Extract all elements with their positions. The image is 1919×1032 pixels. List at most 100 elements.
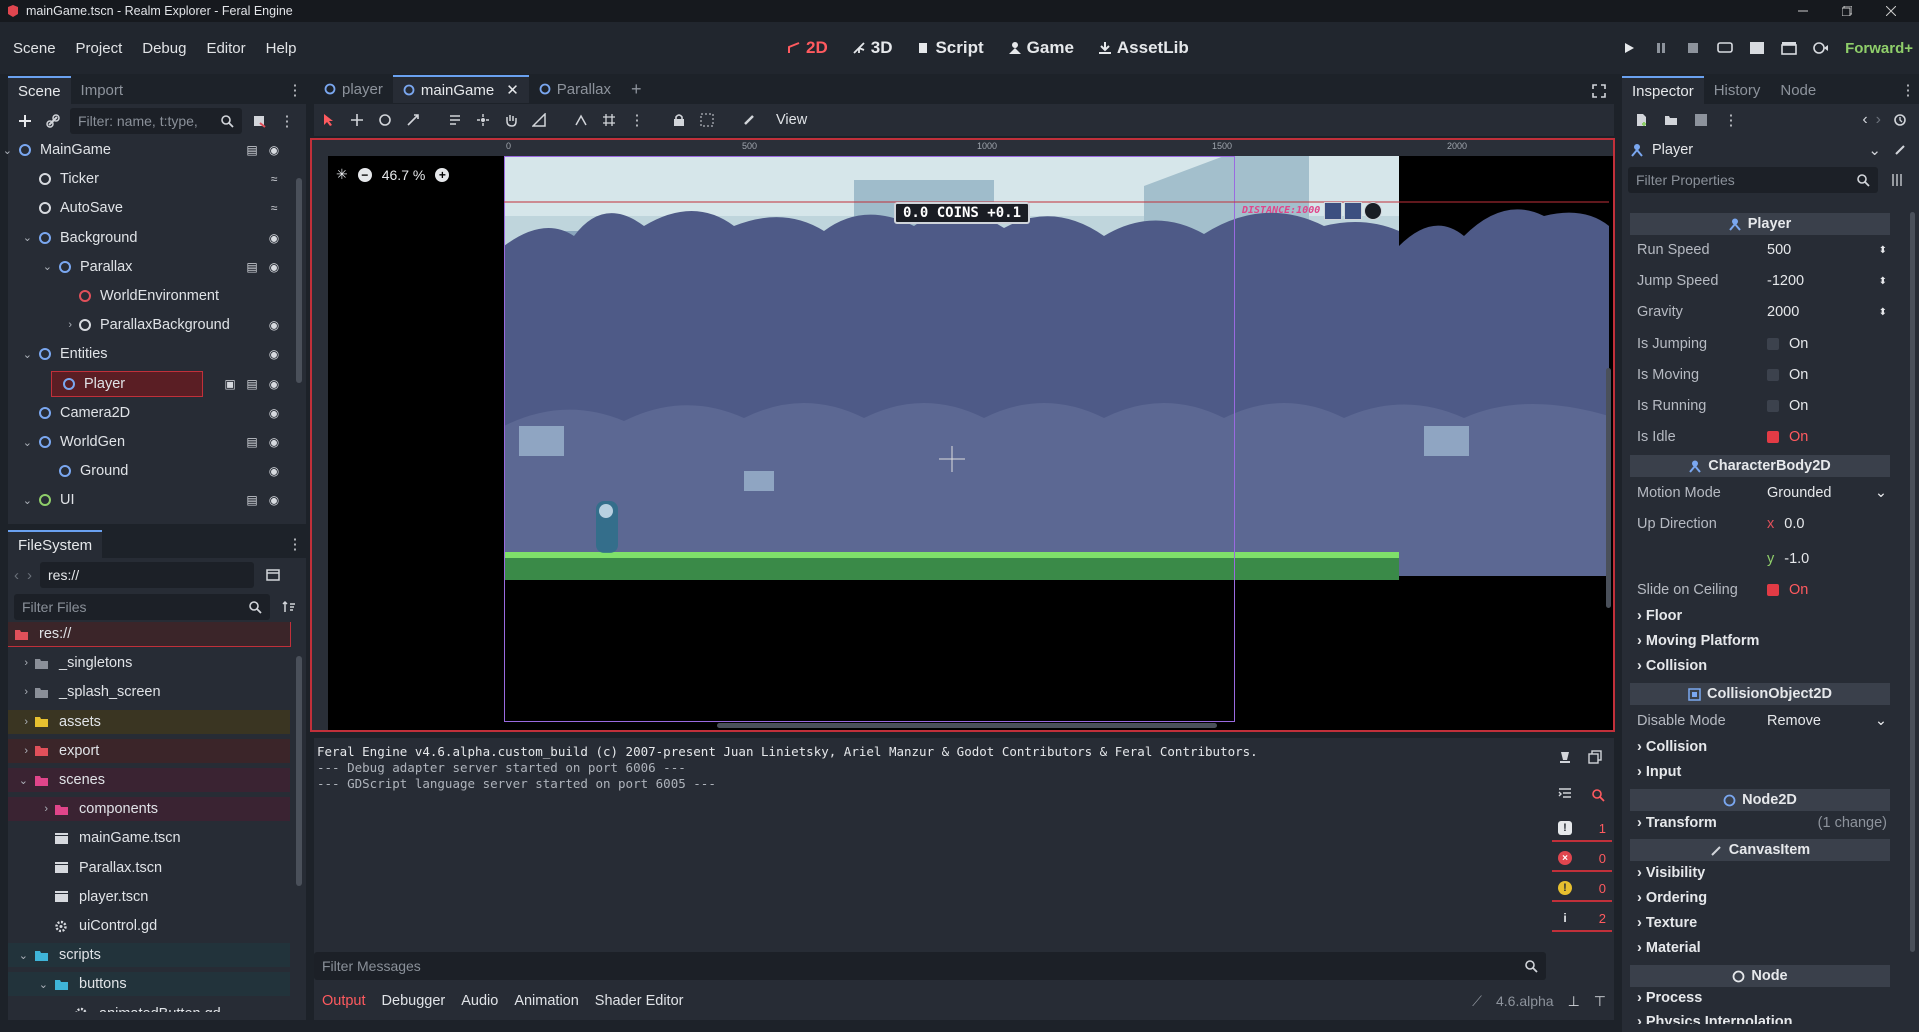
filesystem-item[interactable]: › assets <box>8 709 290 734</box>
disable-mode-dropdown[interactable]: Remove ⌄ <box>1767 709 1887 733</box>
tab-import[interactable]: Import <box>71 76 134 104</box>
workspace-3d[interactable]: 3D <box>843 38 902 58</box>
chevron-down-icon[interactable]: ⌄ <box>8 978 54 991</box>
is-running-checkbox[interactable]: On <box>1767 394 1887 418</box>
is-jumping-checkbox[interactable]: On <box>1767 332 1887 356</box>
attached-script-icon[interactable]: ▤ <box>244 377 260 391</box>
menu-debug[interactable]: Debug <box>132 40 196 57</box>
chevron-right-icon[interactable]: › <box>8 803 54 815</box>
move-tool-icon[interactable] <box>346 109 368 131</box>
chevron-down-icon[interactable]: ⌄ <box>8 436 38 449</box>
filesystem-item[interactable]: ⌄ scenes <box>8 768 290 792</box>
scene-tree-item[interactable]: ⌄ UI ▤ ◉ <box>8 488 298 512</box>
group-texture[interactable]: › Texture <box>1637 915 1697 931</box>
filesystem-item[interactable]: mainGame.tscn <box>8 826 290 850</box>
viewport-hscrollbar[interactable] <box>717 723 1217 728</box>
filesystem-item[interactable]: › _singletons <box>8 651 290 675</box>
chevron-down-icon[interactable]: ⌄ <box>8 348 38 361</box>
snap-menu-icon[interactable]: ⋮ <box>626 109 648 131</box>
visibility-eye-icon[interactable]: ◉ <box>266 435 282 449</box>
scene-tree-item[interactable]: Player ▣ ▤ ◉ <box>51 370 279 397</box>
chevron-right-icon[interactable]: › <box>8 657 34 669</box>
spinner-icon[interactable]: ⬍ <box>1879 276 1887 287</box>
scene-tree-item[interactable]: ⌄ Background ◉ <box>8 226 298 250</box>
scene-filter-input[interactable]: Filter: name, t:type, <box>70 108 242 134</box>
group-collision[interactable]: › Collision <box>1637 658 1707 674</box>
up-direction-x[interactable]: x 0.0 <box>1767 512 1887 536</box>
new-resource-icon[interactable] <box>1630 109 1652 131</box>
distraction-free-icon[interactable] <box>1588 80 1610 102</box>
resource-menu-icon[interactable]: ⋮ <box>1720 109 1742 131</box>
tab-history[interactable]: History <box>1704 76 1771 104</box>
lock-icon[interactable] <box>668 109 690 131</box>
scene-tab-maingame[interactable]: mainGame ✕ <box>392 75 529 103</box>
bottom-tab-output[interactable]: Output <box>314 986 374 1016</box>
gravity-spinbox[interactable]: 2000 ⬍ <box>1767 300 1887 324</box>
chevron-down-icon[interactable]: ⌄ <box>8 949 34 962</box>
filesystem-item[interactable]: uiControl.gd <box>8 914 290 938</box>
filesystem-item[interactable]: Parallax.tscn <box>8 856 290 880</box>
select-tool-icon[interactable] <box>318 109 340 131</box>
bottom-tab-debugger[interactable]: Debugger <box>374 986 454 1016</box>
play-custom-scene-button[interactable] <box>1775 34 1803 62</box>
jump-speed-spinbox[interactable]: -1200 ⬍ <box>1767 269 1887 293</box>
filter-properties-input[interactable]: Filter Properties <box>1628 167 1878 193</box>
group-collision-2[interactable]: › Collision <box>1637 739 1707 755</box>
smart-snap-icon[interactable] <box>570 109 592 131</box>
group-material[interactable]: › Material <box>1637 940 1701 956</box>
add-node-icon[interactable] <box>14 110 36 132</box>
scene-tab-player[interactable]: player <box>314 75 393 103</box>
group-physics-interpolation[interactable]: › Physics Interpolation <box>1637 1014 1793 1024</box>
object-properties-icon[interactable] <box>1889 139 1911 161</box>
back-arrow-icon[interactable]: ‹ <box>14 567 19 584</box>
hud-power-icon[interactable] <box>1364 202 1382 220</box>
bottom-tab-animation[interactable]: Animation <box>506 986 586 1016</box>
is-idle-checkbox[interactable]: On <box>1767 425 1887 449</box>
zoom-out-icon[interactable]: − <box>357 167 372 182</box>
chevron-down-icon[interactable]: ⌄ <box>8 231 38 244</box>
up-direction-y[interactable]: y -1.0 <box>1767 547 1887 571</box>
group-visibility[interactable]: › Visibility <box>1637 865 1705 881</box>
chevron-down-icon[interactable]: ⌄ <box>8 260 58 273</box>
renderer-selector[interactable]: Forward+ <box>1845 40 1913 57</box>
scene-tree-item[interactable]: ⌄ MainGame ▤ ◉ <box>3 138 298 162</box>
attached-script-icon[interactable]: ▤ <box>244 435 260 449</box>
attached-script-icon[interactable]: ▤ <box>244 143 260 157</box>
play-current-scene-button[interactable] <box>1743 34 1771 62</box>
zoom-level[interactable]: 46.7 % <box>382 167 426 183</box>
split-view-icon[interactable] <box>262 564 284 586</box>
visibility-eye-icon[interactable]: ◉ <box>266 318 282 332</box>
scene-tree-item[interactable]: ⌄ WorldGen ▤ ◉ <box>8 430 298 454</box>
rotate-tool-icon[interactable] <box>374 109 396 131</box>
group-input[interactable]: › Input <box>1637 764 1681 780</box>
scene-tree-item[interactable]: Camera2D ◉ <box>8 401 298 425</box>
maximize-button[interactable] <box>1825 0 1869 22</box>
scene-tab-parallax[interactable]: Parallax <box>529 75 621 103</box>
is-moving-checkbox[interactable]: On <box>1767 363 1887 387</box>
chevron-right-icon[interactable]: › <box>8 745 34 757</box>
chevron-right-icon[interactable]: › <box>8 686 34 698</box>
run-speed-spinbox[interactable]: 500 ⬍ <box>1767 238 1887 262</box>
filesystem-item[interactable]: animatedButton.gd <box>8 1002 290 1012</box>
chevron-right-icon[interactable]: › <box>8 716 34 728</box>
info-filter-toggle[interactable]: i 2 <box>1552 906 1612 932</box>
motion-mode-dropdown[interactable]: Grounded ⌄ <box>1767 481 1887 505</box>
tree-menu-icon[interactable]: ⋮ <box>276 110 298 132</box>
group-moving-platform[interactable]: › Moving Platform <box>1637 633 1759 649</box>
slide-on-ceiling-checkbox[interactable]: On <box>1767 578 1887 602</box>
section-node[interactable]: Node <box>1630 965 1890 987</box>
inspector-scrollbar[interactable] <box>1910 212 1915 952</box>
add-scene-tab-button[interactable]: + <box>621 75 652 103</box>
script-attach-icon[interactable] <box>248 110 270 132</box>
ruler-tool-icon[interactable] <box>528 109 550 131</box>
section-collisionobject2d[interactable]: CollisionObject2D <box>1630 683 1890 705</box>
fs-filter-input[interactable]: Filter Files <box>14 594 271 620</box>
scene-tree-item[interactable]: Ticker ≈ <box>8 167 298 191</box>
view-menu[interactable]: View <box>766 112 817 128</box>
fs-path-field[interactable]: res:// <box>40 562 254 588</box>
stop-button[interactable] <box>1679 34 1707 62</box>
workspace-assetlib[interactable]: AssetLib <box>1089 38 1198 58</box>
history-forward-icon[interactable]: › <box>1876 111 1881 129</box>
visibility-eye-icon[interactable]: ◉ <box>266 231 282 245</box>
sort-icon[interactable] <box>278 596 300 618</box>
